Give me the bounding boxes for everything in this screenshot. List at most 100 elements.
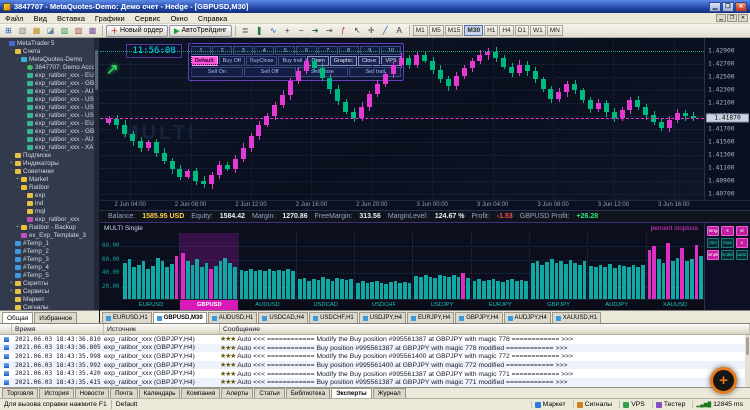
tree-item-#Temp_3[interactable]: #Temp_3 (0, 255, 99, 263)
tree-item--[interactable]: +Индикаторы (0, 159, 99, 167)
timeframe-M30[interactable]: M30 (464, 25, 483, 36)
log-col-time[interactable]: Время (12, 324, 104, 334)
tree-item-exp_ratibor_xxx-EURJPY-H4[interactable]: exp_ratibor_xxx - EURJPY,H4 (0, 119, 99, 127)
scale-button[interactable]: scale (721, 250, 733, 260)
log-row[interactable]: 2021.06.03 18:43:35.992exp_ratibor_xxx (… (0, 361, 750, 370)
chart-tab-USDCAD,H4[interactable]: USDCAD,H4 (258, 312, 308, 323)
crosshair-icon[interactable]: ✛ (365, 25, 378, 37)
timeframe-M5[interactable]: M5 (429, 25, 444, 36)
terminal-icon[interactable]: ▨ (72, 25, 85, 37)
tree-expand-icon[interactable]: + (8, 280, 15, 286)
chart-tab-AUDJPY,H4[interactable]: AUDJPY,H4 (504, 312, 551, 323)
tree-item-#Temp_5[interactable]: #Temp_5 (0, 271, 99, 279)
histogram-label-AUDJPY[interactable]: AUDJPY (588, 300, 646, 310)
close-button[interactable]: ✕ (735, 2, 747, 12)
timeframe-D1[interactable]: D1 (515, 25, 529, 36)
bars-icon[interactable]: ≣ (239, 25, 252, 37)
status-Маркет[interactable]: Маркет (531, 401, 569, 408)
log-col-source[interactable]: Источник (104, 324, 220, 334)
log-row[interactable]: 2021.06.03 18:43:35.415exp_ratibor_xxx (… (0, 378, 750, 387)
timeframe-M1[interactable]: M1 (413, 25, 428, 36)
profiles-icon[interactable]: ▥ (16, 25, 29, 37)
tree-expand-icon[interactable]: - (8, 48, 15, 54)
log-scrollbar[interactable] (745, 335, 750, 387)
tree-item-exp_ratibor_xxx-EURUSD-H1[interactable]: exp_ratibor_xxx - EURUSD,H1 (0, 71, 99, 79)
tree-item--[interactable]: +Сервисы (0, 287, 99, 295)
chart-plot[interactable]: MULTI 11:56:08 ↗ 12345678910DefaultBuy O… (100, 38, 704, 200)
new-chart-icon[interactable]: ⊞ (2, 25, 15, 37)
tree-item-3847707-Demo-Account[interactable]: 3847707: Demo Account (0, 63, 99, 71)
tree-expand-icon[interactable]: + (8, 288, 15, 294)
simple-button[interactable]: simple (707, 250, 719, 260)
tree-item-exp_ratibor_xxx-USDCAD-H4[interactable]: exp_ratibor_xxx - USDCAD,H4 (0, 95, 99, 103)
indicators-icon[interactable]: ƒ (337, 25, 350, 37)
navigator-scrollbar[interactable] (94, 38, 99, 310)
menu-item-Файл[interactable]: Файл (0, 14, 28, 23)
log-row[interactable]: 2021.06.03 18:43:35.998exp_ratibor_xxx (… (0, 352, 750, 361)
navigator-icon[interactable]: ▧ (58, 25, 71, 37)
terminal-tab-Календарь[interactable]: Календарь (139, 388, 181, 398)
navigator-tab-common[interactable]: Общая (2, 312, 33, 323)
tree-item-Ratibor-Backup[interactable]: +Ratibor - Backup (0, 223, 99, 231)
tree-item-#Temp_4[interactable]: #Temp_4 (0, 263, 99, 271)
status-Сигналы[interactable]: Сигналы (573, 401, 616, 408)
histogram-label-AUDUSD[interactable]: AUDUSD (238, 300, 296, 310)
terminal-tab-Эксперты[interactable]: Эксперты (331, 388, 372, 398)
chart-tab-USDCHF,H1[interactable]: USDCHF,H1 (309, 312, 358, 323)
histogram-label-XAUUSD[interactable]: XAUUSD (646, 300, 704, 310)
log-row[interactable]: 2021.06.03 18:43:36.805exp_ratibor_xxx (… (0, 344, 750, 353)
status-profile[interactable]: Default (116, 401, 138, 408)
time-axis[interactable]: 2 Jun 04:002 Jun 08:002 Jun 12:002 Jun 1… (100, 200, 750, 210)
terminal-tab-Алерты[interactable]: Алерты (221, 388, 253, 398)
histogram-label-EURUSD[interactable]: EURUSD (122, 300, 180, 310)
tree-item-MetaTrader-5[interactable]: MetaTrader 5 (0, 39, 99, 47)
max-button[interactable]: max (721, 238, 733, 248)
tree-expand-icon[interactable]: - (8, 168, 15, 174)
tree-item-#Temp_2[interactable]: #Temp_2 (0, 247, 99, 255)
menu-item-Сервис[interactable]: Сервис (130, 14, 166, 23)
new-order-button[interactable]: ＋Новый ордер (106, 25, 168, 37)
terminal-tab-История[interactable]: История (39, 388, 73, 398)
tree-item--[interactable]: +Скрипты (0, 279, 99, 287)
tree-item-#Temp_1[interactable]: #Temp_1 (0, 239, 99, 247)
tree-item-exp_ratibor_xxx-XAUUSD-H1[interactable]: exp_ratibor_xxx - XAUUSD,H1 (0, 143, 99, 151)
sell-on-button[interactable]: Sell On (191, 67, 243, 77)
terminal-tab-Почта[interactable]: Почта (110, 388, 138, 398)
tree-item-exp_ratibor_xxx-USDCHF-H1[interactable]: exp_ratibor_xxx - USDCHF,H1 (0, 103, 99, 111)
child-restore-button[interactable]: ❐ (727, 14, 737, 22)
timeframe-MN[interactable]: MN (547, 25, 563, 36)
timeframe-H1[interactable]: H1 (484, 25, 498, 36)
log-row[interactable]: 2021.06.03 18:43:36.810exp_ratibor_xxx (… (0, 335, 750, 344)
tree-item-exp_ratibor_xxx-AUDJPY-H4[interactable]: exp_ratibor_xxx - AUDJPY,H4 (0, 135, 99, 143)
terminal-tab-Журнал[interactable]: Журнал (373, 388, 406, 398)
menu-item-Вставка[interactable]: Вставка (52, 14, 90, 23)
minimize-button[interactable]: ▁ (709, 2, 721, 12)
log-row[interactable]: 2021.06.03 18:43:35.420exp_ratibor_xxx (… (0, 369, 750, 378)
trendline-icon[interactable]: ╱ (379, 25, 392, 37)
menu-item-Справка[interactable]: Справка (193, 14, 232, 23)
tree-item-exp_ratibor_xxx-USDJPY-H4[interactable]: exp_ratibor_xxx - USDJPY,H4 (0, 111, 99, 119)
histogram-label-GBPJPY[interactable]: GBPJPY (529, 300, 587, 310)
s-button[interactable]: s (721, 226, 733, 236)
terminal-tab-Новости[interactable]: Новости (75, 388, 109, 398)
min-button[interactable]: min (707, 238, 719, 248)
line-chart-icon[interactable]: ∿ (267, 25, 280, 37)
zoom-in-icon[interactable]: + (281, 25, 294, 37)
record-overlay-button[interactable]: + (710, 367, 737, 394)
x-button[interactable]: x (736, 238, 748, 248)
chart-tab-GBPJPY,H4[interactable]: GBPJPY,H4 (455, 312, 502, 323)
tree-item-Ratibor[interactable]: -Ratibor (0, 183, 99, 191)
price-axis[interactable]: 1.407001.409001.411001.413001.415001.417… (704, 38, 750, 200)
tree-expand-icon[interactable]: - (14, 184, 21, 190)
tree-item--[interactable]: Подписки (0, 151, 99, 159)
navigator-tab-favorites[interactable]: Избранное (34, 312, 77, 323)
tree-expand-icon[interactable]: - (14, 56, 21, 62)
tree-item--[interactable]: -Советники (0, 167, 99, 175)
chart-tab-XAUUSD,H1[interactable]: XAUUSD,H1 (552, 312, 601, 323)
cursor-icon[interactable]: ↖ (351, 25, 364, 37)
child-minimize-button[interactable]: ▁ (716, 14, 726, 22)
tree-expand-icon[interactable]: + (14, 224, 21, 230)
tree-item-exp_ratibor_xxx-GBPUSD-M30[interactable]: exp_ratibor_xxx - GBPUSD,M30 (0, 79, 99, 87)
timeframe-H4[interactable]: H4 (499, 25, 513, 36)
chart-tab-GBPUSD,M30[interactable]: GBPUSD,M30 (153, 312, 207, 323)
